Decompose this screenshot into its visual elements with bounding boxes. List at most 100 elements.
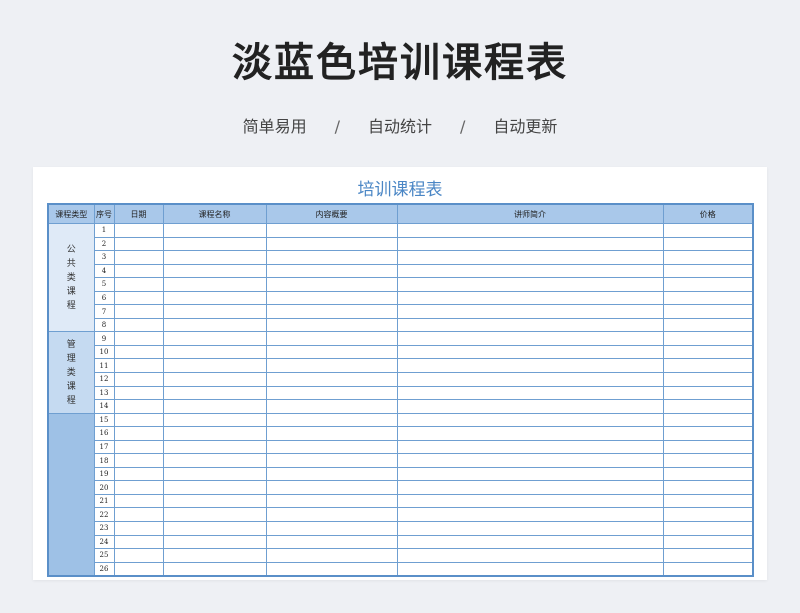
price-cell[interactable] — [662, 480, 754, 495]
price-cell[interactable] — [662, 399, 754, 414]
course-name-cell[interactable] — [162, 344, 267, 360]
price-cell[interactable] — [662, 250, 754, 265]
date-cell[interactable] — [113, 250, 164, 265]
row-index-cell[interactable]: 15 — [93, 412, 115, 428]
instructor-intro-cell[interactable] — [396, 290, 664, 306]
date-cell[interactable] — [113, 317, 164, 333]
content-summary-cell[interactable] — [265, 385, 398, 401]
content-summary-cell[interactable] — [265, 304, 398, 319]
content-summary-cell[interactable] — [265, 250, 398, 265]
row-index-cell[interactable]: 16 — [93, 426, 115, 441]
course-name-cell[interactable] — [162, 507, 267, 523]
instructor-intro-cell[interactable] — [396, 250, 664, 265]
course-name-cell[interactable] — [162, 534, 267, 550]
price-cell[interactable] — [662, 521, 754, 536]
price-cell[interactable] — [662, 548, 754, 563]
instructor-intro-cell[interactable] — [396, 317, 664, 333]
row-index-cell[interactable]: 9 — [93, 331, 115, 346]
date-cell[interactable] — [113, 385, 164, 401]
date-cell[interactable] — [113, 358, 164, 373]
course-name-cell[interactable] — [162, 412, 267, 428]
row-index-cell[interactable]: 21 — [93, 493, 115, 509]
date-cell[interactable] — [113, 507, 164, 523]
row-index-cell[interactable]: 1 — [93, 223, 115, 238]
instructor-intro-cell[interactable] — [396, 561, 664, 577]
instructor-intro-cell[interactable] — [396, 399, 664, 414]
instructor-intro-cell[interactable] — [396, 331, 664, 346]
date-cell[interactable] — [113, 331, 164, 346]
course-name-cell[interactable] — [162, 331, 267, 346]
course-name-cell[interactable] — [162, 480, 267, 495]
price-cell[interactable] — [662, 385, 754, 401]
row-index-cell[interactable]: 6 — [93, 290, 115, 306]
course-name-cell[interactable] — [162, 372, 267, 387]
content-summary-cell[interactable] — [265, 236, 398, 252]
content-summary-cell[interactable] — [265, 480, 398, 495]
price-cell[interactable] — [662, 453, 754, 468]
price-cell[interactable] — [662, 290, 754, 306]
content-summary-cell[interactable] — [265, 493, 398, 509]
course-category-cell[interactable]: 公共类课程 — [47, 222, 95, 333]
date-cell[interactable] — [113, 236, 164, 252]
instructor-intro-cell[interactable] — [396, 304, 664, 319]
price-cell[interactable] — [662, 223, 754, 238]
course-name-cell[interactable] — [162, 317, 267, 333]
row-index-cell[interactable]: 20 — [93, 480, 115, 495]
price-cell[interactable] — [662, 507, 754, 523]
date-cell[interactable] — [113, 372, 164, 387]
date-cell[interactable] — [113, 344, 164, 360]
course-name-cell[interactable] — [162, 439, 267, 455]
date-cell[interactable] — [113, 399, 164, 414]
date-cell[interactable] — [113, 304, 164, 319]
content-summary-cell[interactable] — [265, 372, 398, 387]
row-index-cell[interactable]: 18 — [93, 453, 115, 468]
course-name-cell[interactable] — [162, 561, 267, 577]
content-summary-cell[interactable] — [265, 534, 398, 550]
date-cell[interactable] — [113, 223, 164, 238]
date-cell[interactable] — [113, 453, 164, 468]
date-cell[interactable] — [113, 277, 164, 292]
course-category-cell[interactable] — [47, 412, 95, 577]
course-name-cell[interactable] — [162, 290, 267, 306]
instructor-intro-cell[interactable] — [396, 507, 664, 523]
date-cell[interactable] — [113, 548, 164, 563]
date-cell[interactable] — [113, 412, 164, 428]
content-summary-cell[interactable] — [265, 317, 398, 333]
row-index-cell[interactable]: 26 — [93, 561, 115, 577]
course-name-cell[interactable] — [162, 250, 267, 265]
row-index-cell[interactable]: 19 — [93, 466, 115, 482]
row-index-cell[interactable]: 17 — [93, 439, 115, 455]
price-cell[interactable] — [662, 263, 754, 279]
row-index-cell[interactable]: 7 — [93, 304, 115, 319]
row-index-cell[interactable]: 24 — [93, 534, 115, 550]
course-name-cell[interactable] — [162, 223, 267, 238]
content-summary-cell[interactable] — [265, 453, 398, 468]
content-summary-cell[interactable] — [265, 399, 398, 414]
instructor-intro-cell[interactable] — [396, 493, 664, 509]
price-cell[interactable] — [662, 331, 754, 346]
price-cell[interactable] — [662, 344, 754, 360]
instructor-intro-cell[interactable] — [396, 223, 664, 238]
content-summary-cell[interactable] — [265, 548, 398, 563]
price-cell[interactable] — [662, 466, 754, 482]
content-summary-cell[interactable] — [265, 521, 398, 536]
instructor-intro-cell[interactable] — [396, 385, 664, 401]
price-cell[interactable] — [662, 358, 754, 373]
price-cell[interactable] — [662, 236, 754, 252]
row-index-cell[interactable]: 3 — [93, 250, 115, 265]
date-cell[interactable] — [113, 290, 164, 306]
instructor-intro-cell[interactable] — [396, 548, 664, 563]
row-index-cell[interactable]: 13 — [93, 385, 115, 401]
content-summary-cell[interactable] — [265, 263, 398, 279]
content-summary-cell[interactable] — [265, 466, 398, 482]
date-cell[interactable] — [113, 534, 164, 550]
price-cell[interactable] — [662, 493, 754, 509]
instructor-intro-cell[interactable] — [396, 236, 664, 252]
content-summary-cell[interactable] — [265, 412, 398, 428]
course-name-cell[interactable] — [162, 453, 267, 468]
instructor-intro-cell[interactable] — [396, 358, 664, 373]
row-index-cell[interactable]: 22 — [93, 507, 115, 523]
course-name-cell[interactable] — [162, 236, 267, 252]
price-cell[interactable] — [662, 304, 754, 319]
row-index-cell[interactable]: 2 — [93, 236, 115, 252]
